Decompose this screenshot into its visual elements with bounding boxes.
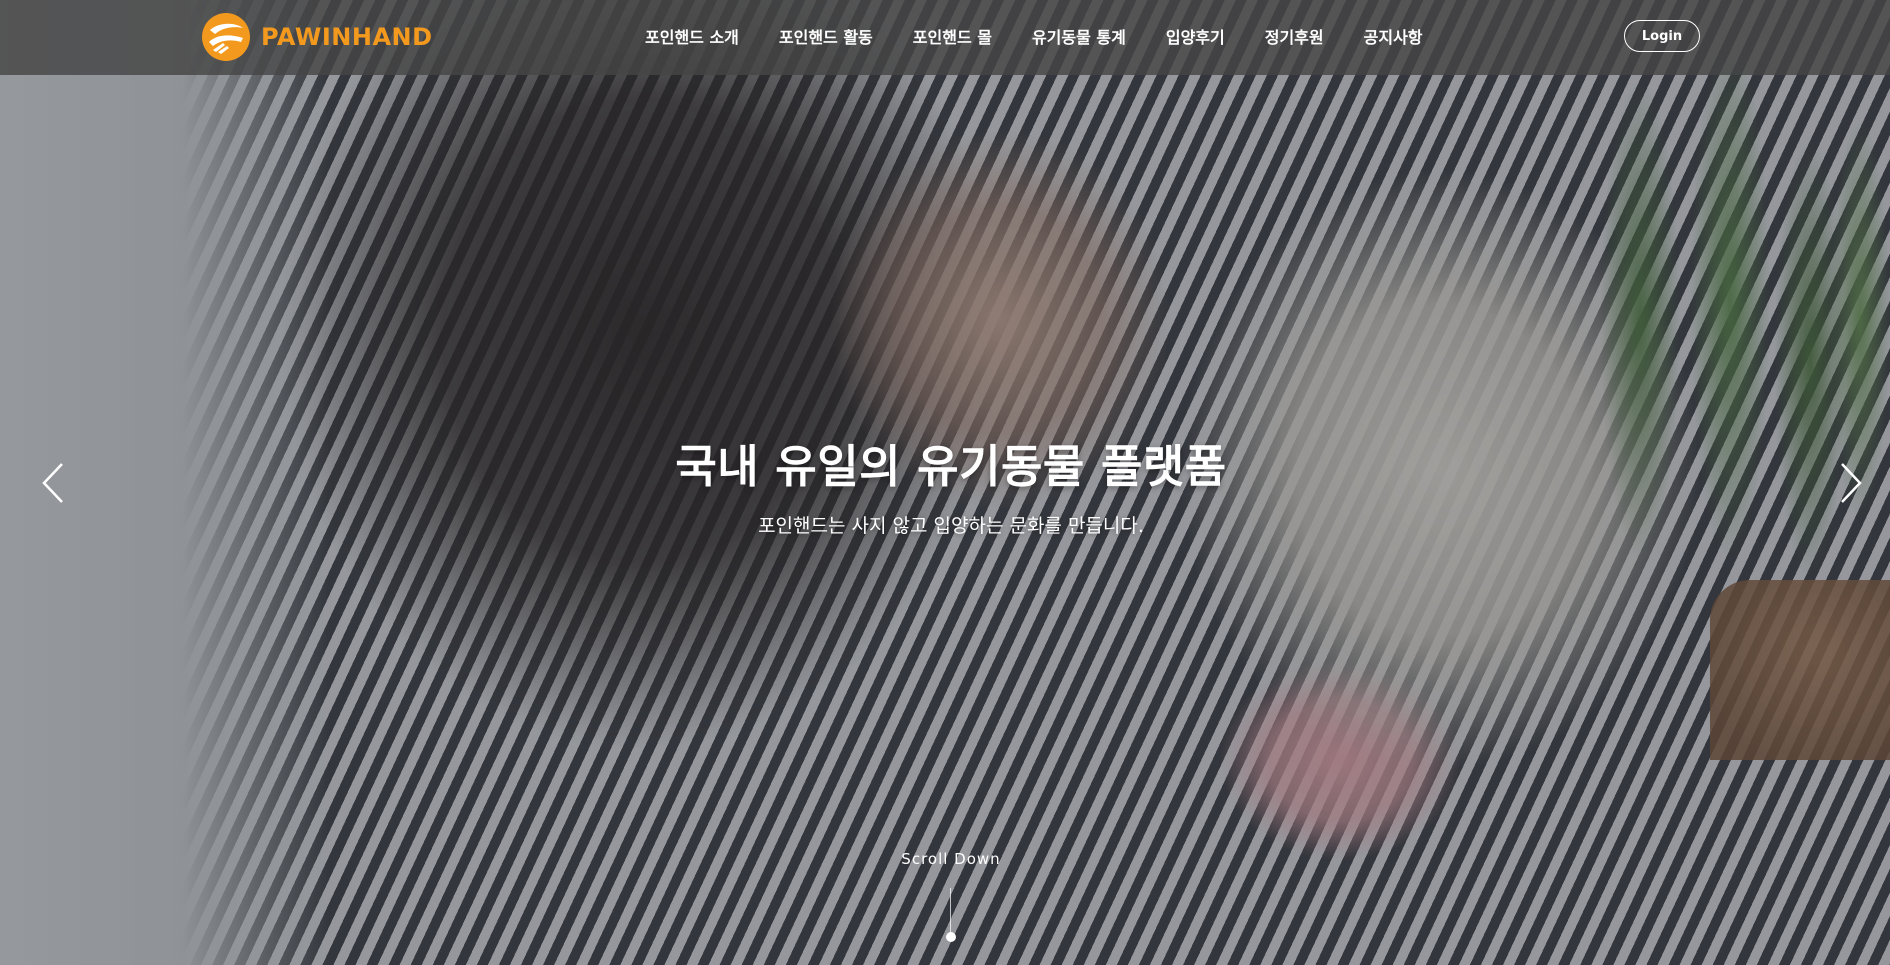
paw-hand-logo-icon — [202, 13, 250, 61]
nav-item-donation[interactable]: 정기후원 — [1265, 24, 1324, 48]
main-nav: 포인핸드 소개 포인핸드 활동 포인핸드 몰 유기동물 통계 입양후기 정기후원… — [645, 0, 1463, 71]
nav-item-statistics[interactable]: 유기동물 통계 — [1032, 24, 1126, 48]
nav-item-notices[interactable]: 공지사항 — [1364, 24, 1423, 48]
hero-banner: PAWINHAND 포인핸드 소개 포인핸드 활동 포인핸드 몰 유기동물 통계… — [0, 0, 1890, 965]
login-button[interactable]: Login — [1624, 20, 1700, 52]
nav-item-activities[interactable]: 포인핸드 활동 — [779, 24, 873, 48]
scroll-indicator-dot — [946, 932, 956, 942]
scroll-down-label[interactable]: Scroll Down — [851, 850, 1051, 868]
nav-item-adoption-reviews[interactable]: 입양후기 — [1166, 24, 1225, 48]
hero-title: 국내 유일의 유기동물 플랫폼 — [675, 440, 1227, 493]
nav-item-mall[interactable]: 포인핸드 몰 — [913, 24, 992, 48]
site-header: PAWINHAND 포인핸드 소개 포인핸드 활동 포인핸드 몰 유기동물 통계… — [0, 0, 1890, 75]
scroll-indicator-line — [950, 888, 951, 934]
nav-item-about[interactable]: 포인핸드 소개 — [645, 24, 739, 48]
hero-subtitle: 포인핸드는 사지 않고 입양하는 문화를 만듭니다. — [758, 515, 1144, 537]
logo[interactable]: PAWINHAND — [201, 10, 433, 64]
hero-copy: 국내 유일의 유기동물 플랫폼 포인핸드는 사지 않고 입양하는 문화를 만듭니… — [0, 430, 1890, 538]
logo-text: PAWINHAND — [261, 23, 433, 51]
